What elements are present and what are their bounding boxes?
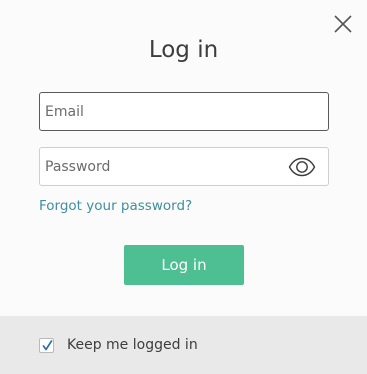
password-input[interactable] [40,148,328,185]
checkmark-icon [42,339,53,350]
keep-logged-in-option[interactable]: Keep me logged in [39,337,198,353]
show-password-button[interactable] [288,157,316,177]
eye-icon [288,157,316,177]
close-button[interactable] [334,15,352,33]
login-dialog: Log in Forgot your password? Log in Keep… [0,0,367,374]
login-button[interactable]: Log in [124,245,244,285]
close-icon [334,15,352,33]
password-field-wrapper [39,147,329,186]
dialog-title: Log in [148,37,219,63]
keep-logged-in-label: Keep me logged in [67,337,198,353]
dialog-footer: Keep me logged in [0,316,367,374]
forgot-password-link[interactable]: Forgot your password? [39,197,192,215]
email-field-wrapper [39,92,329,131]
email-input[interactable] [40,93,328,130]
keep-logged-in-checkbox[interactable] [39,337,54,353]
